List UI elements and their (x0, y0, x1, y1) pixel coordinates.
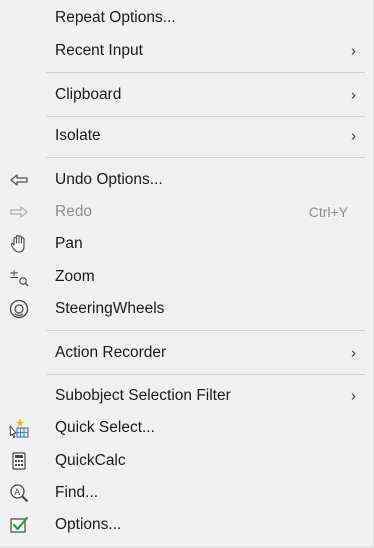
svg-text:±: ± (9, 267, 19, 281)
menu-separator (46, 330, 365, 331)
calculator-icon (8, 450, 30, 472)
menu-item-label: Action Recorder (55, 344, 167, 361)
menu-item-clipboard[interactable]: Clipboard › (0, 80, 374, 110)
context-menu: Repeat Options... Recent Input › Clipboa… (0, 0, 374, 548)
options-check-icon (8, 514, 30, 536)
menu-item-redo[interactable]: Redo Ctrl+Y (0, 197, 374, 227)
menu-item-action-recorder[interactable]: Action Recorder › (0, 338, 374, 368)
menu-item-quickcalc[interactable]: QuickCalc (0, 446, 374, 476)
menu-item-quick-select[interactable]: Quick Select... (0, 413, 374, 443)
submenu-arrow-icon: › (351, 387, 356, 405)
menu-item-zoom[interactable]: ± Zoom (0, 262, 374, 292)
menu-item-undo-options[interactable]: Undo Options... (0, 165, 374, 195)
menu-item-subobject-selection-filter[interactable]: Subobject Selection Filter › (0, 381, 374, 411)
menu-separator (46, 116, 365, 117)
menu-item-label: Repeat Options... (55, 9, 176, 26)
submenu-arrow-icon: › (351, 42, 356, 60)
menu-item-label: Quick Select... (55, 419, 155, 436)
submenu-arrow-icon: › (351, 86, 356, 104)
menu-item-steeringwheels[interactable]: SteeringWheels (0, 294, 374, 324)
menu-item-label: SteeringWheels (55, 300, 165, 317)
menu-item-label: Options... (55, 516, 122, 533)
redo-arrow-icon (8, 201, 30, 223)
submenu-arrow-icon: › (351, 344, 356, 362)
menu-item-isolate[interactable]: Isolate › (0, 121, 374, 151)
menu-item-repeat-options[interactable]: Repeat Options... (0, 3, 374, 33)
menu-item-shortcut: Ctrl+Y (308, 204, 348, 220)
menu-item-label: Redo (55, 203, 93, 220)
menu-item-recent-input[interactable]: Recent Input › (0, 36, 374, 66)
hand-pan-icon (8, 233, 30, 255)
menu-item-label: Pan (55, 235, 83, 252)
menu-separator (46, 374, 365, 375)
menu-item-options[interactable]: Options... (0, 510, 374, 540)
submenu-arrow-icon: › (351, 127, 356, 145)
zoom-icon: ± (8, 266, 30, 288)
find-icon: A (8, 482, 30, 504)
menu-item-label: Clipboard (55, 86, 122, 103)
menu-item-label: Undo Options... (55, 171, 163, 188)
menu-item-find[interactable]: A Find... (0, 478, 374, 508)
menu-separator (46, 157, 365, 158)
menu-item-pan[interactable]: Pan (0, 229, 374, 259)
menu-item-label: Find... (55, 484, 99, 501)
menu-item-label: Recent Input (55, 42, 143, 59)
menu-item-label: QuickCalc (55, 452, 126, 469)
svg-text:A: A (14, 488, 21, 498)
menu-item-label: Isolate (55, 127, 101, 144)
menu-separator (46, 72, 365, 73)
menu-item-label: Subobject Selection Filter (55, 387, 231, 404)
menu-item-label: Zoom (55, 268, 95, 285)
quick-select-icon (8, 417, 30, 439)
steering-wheel-icon (8, 298, 30, 320)
undo-arrow-icon (8, 169, 30, 191)
